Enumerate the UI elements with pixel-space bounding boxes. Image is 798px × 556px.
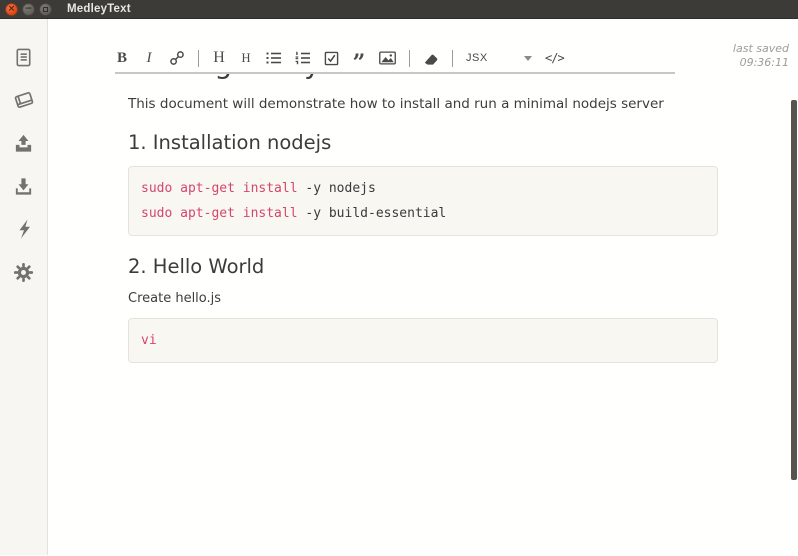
download-icon [13,176,34,197]
eraser-icon[interactable] [423,49,439,67]
toolbar-separator [409,49,410,67]
app-body: B I H H ” JSX </> last saved 09:36:11 Th… [0,19,798,555]
document-title-clipped[interactable]: Getting ready [128,74,718,83]
last-saved-label: last saved [732,42,789,55]
document-icon [13,47,34,68]
editor-pane: B I H H ” JSX </> last saved 09:36:11 Th… [48,19,798,555]
window-close-button[interactable]: × [5,2,18,16]
intro-paragraph[interactable]: This document will demonstrate how to in… [128,96,718,112]
bold-button[interactable]: B [115,49,129,67]
section-heading-1[interactable]: 1. Installation nodejs [128,131,718,154]
maximize-icon [43,6,48,12]
code-line: sudo apt-get install -y build-essential [141,206,447,221]
last-saved-time: 09:36:11 [739,56,789,69]
toolbar-separator [452,49,453,67]
heading1-button[interactable]: H [212,49,226,67]
document-content[interactable]: Getting ready This document will demonst… [128,74,718,363]
code-line: vi [141,333,157,348]
sidebar-item-import[interactable] [12,174,36,198]
document-viewport: Getting ready This document will demonst… [48,74,798,555]
code-block-install[interactable]: sudo apt-get install -y nodejs sudo apt-… [128,166,718,236]
ordered-list-icon[interactable] [295,49,311,67]
sidebar-item-export[interactable] [12,131,36,155]
toolbar-separator [198,49,199,67]
last-saved-status: last saved 09:36:11 [733,42,789,70]
checkbox-button[interactable] [324,49,339,67]
section-heading-2[interactable]: 2. Hello World [128,255,718,278]
chevron-down-icon [524,55,532,61]
italic-button[interactable]: I [142,49,156,67]
window-title: MedleyText [67,3,131,15]
sidebar-item-notes[interactable] [12,45,36,69]
code-language-dropdown[interactable]: JSX [466,52,532,64]
code-block-vi[interactable]: vi [128,318,718,363]
upload-icon [13,133,34,154]
sidebar [0,19,48,555]
quote-button[interactable]: ” [352,49,366,74]
window-titlebar: × − MedleyText [0,0,798,19]
sidebar-item-shortcuts[interactable] [12,217,36,241]
code-line: sudo apt-get install -y nodejs [141,181,376,196]
book-icon [13,89,35,111]
gear-icon [13,262,34,283]
minimize-icon: − [24,3,33,14]
sidebar-item-notebooks[interactable] [12,88,36,112]
image-button[interactable] [379,49,396,67]
lightning-icon [14,218,34,240]
link-button[interactable] [169,49,185,67]
bullet-list-icon[interactable] [266,49,282,67]
code-language-value: JSX [466,52,488,64]
formatting-toolbar: B I H H ” JSX </> [115,49,565,74]
vertical-scrollbar-thumb[interactable] [791,100,797,480]
sidebar-item-settings[interactable] [12,260,36,284]
create-hello-paragraph[interactable]: Create hello.js [128,291,718,306]
window-maximize-button[interactable] [39,2,52,16]
window-minimize-button[interactable]: − [22,2,35,16]
close-icon: × [7,3,16,14]
heading2-button[interactable]: H [239,49,253,67]
editor-header: B I H H ” JSX </> last saved 09:36:11 [48,19,798,74]
code-block-button[interactable]: </> [545,49,565,67]
